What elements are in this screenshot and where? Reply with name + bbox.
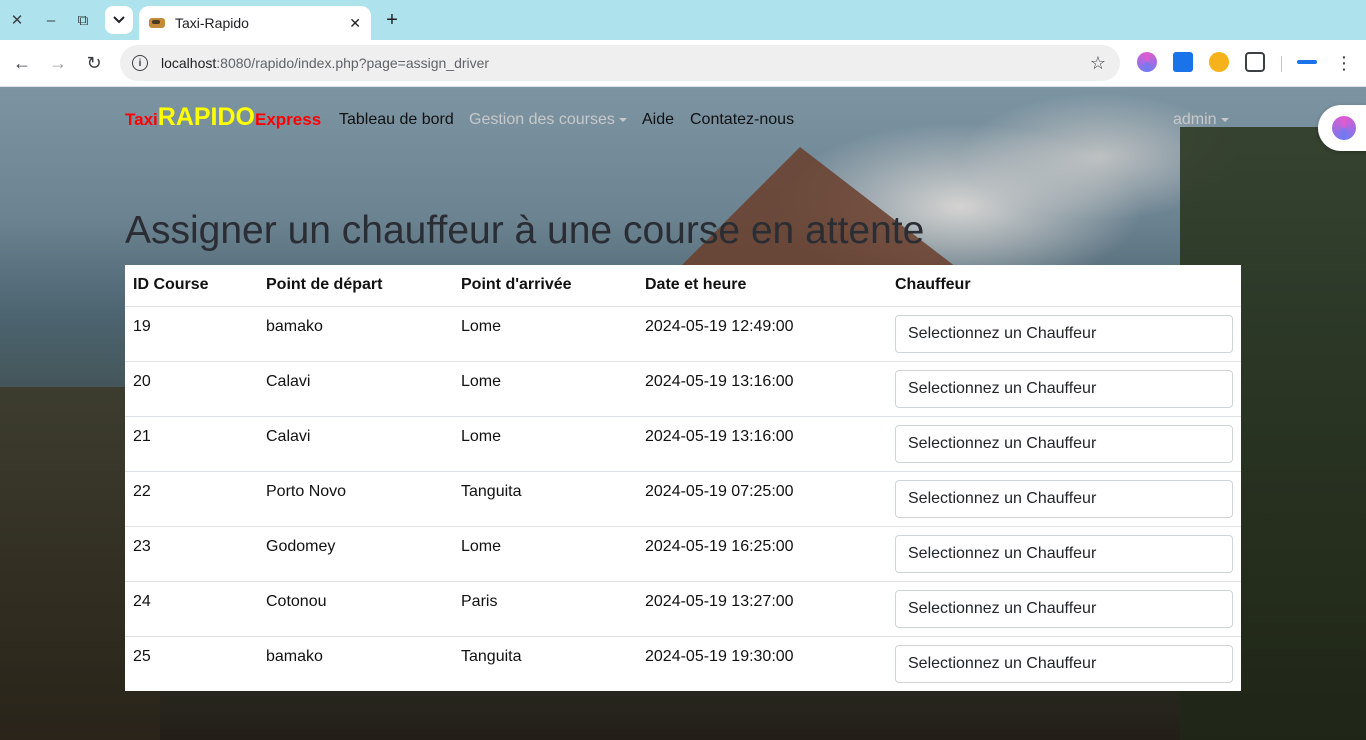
site-info-icon[interactable]: i — [132, 55, 148, 71]
column-header: Chauffeur — [887, 265, 1241, 307]
datetime: 2024-05-19 13:27:00 — [637, 581, 887, 637]
table-row: 22 Porto Novo Tanguita 2024-05-19 07:25:… — [125, 471, 1241, 527]
arrival: Lome — [453, 526, 637, 582]
nav-contact[interactable]: Contatez-nous — [690, 111, 794, 129]
nav-course-management[interactable]: Gestion des courses — [469, 111, 627, 129]
table-row: 20 Calavi Lome 2024-05-19 13:16:00 Selec… — [125, 361, 1241, 417]
brain-extension-icon[interactable] — [1137, 52, 1157, 72]
course-id: 19 — [125, 306, 258, 362]
page-title: Assigner un chauffeur à une course en at… — [125, 209, 925, 252]
back-icon[interactable]: ← — [10, 51, 34, 75]
nav-dashboard[interactable]: Tableau de bord — [339, 111, 454, 129]
dropdown-caret-icon — [618, 117, 627, 122]
bookmark-star-icon[interactable]: ☆ — [1090, 53, 1106, 74]
datetime: 2024-05-19 13:16:00 — [637, 416, 887, 472]
address-bar[interactable]: i localhost:8080/rapido/index.php?page=a… — [120, 45, 1120, 81]
departure: bamako — [266, 648, 323, 665]
nav-help[interactable]: Aide — [642, 111, 674, 129]
browser-tab[interactable]: Taxi-Rapido ✕ — [139, 6, 371, 40]
arrival: Tanguita — [453, 471, 637, 527]
departure: Porto Novo — [258, 471, 453, 527]
column-header: ID Course — [125, 265, 258, 307]
toolbar-divider — [1281, 56, 1282, 72]
sun-extension-icon[interactable] — [1209, 52, 1229, 72]
table-row: 23 Godomey Lome 2024-05-19 16:25:00 Sele… — [125, 526, 1241, 582]
driver-select[interactable]: Selectionnez un Chauffeur — [895, 535, 1233, 573]
datetime: 2024-05-19 19:30:00 — [645, 648, 794, 665]
driver-select[interactable]: Selectionnez un Chauffeur — [895, 590, 1233, 628]
arrival: Paris — [453, 581, 637, 637]
arrival: Lome — [453, 416, 637, 472]
departure: Godomey — [258, 526, 453, 582]
course-id: 24 — [125, 581, 258, 637]
extensions-puzzle-icon[interactable] — [1245, 52, 1265, 72]
dropdown-caret-icon — [1220, 117, 1229, 122]
user-menu[interactable]: admin — [1173, 111, 1229, 129]
course-id: 23 — [125, 526, 258, 582]
reload-icon[interactable]: ↻ — [82, 51, 106, 75]
table-row: 21 Calavi Lome 2024-05-19 13:16:00 Selec… — [125, 416, 1241, 472]
chevron-down-icon — [113, 16, 125, 24]
side-panel-toggle[interactable] — [1318, 105, 1366, 151]
arrival: Lome — [453, 306, 637, 362]
departure: Calavi — [258, 416, 453, 472]
driver-select[interactable]: Selectionnez un Chauffeur — [895, 425, 1233, 463]
tab-search-button[interactable] — [105, 6, 133, 34]
departure: Calavi — [258, 361, 453, 417]
pending-courses-table: ID Course Point de départ Point d'arrivé… — [125, 265, 1241, 691]
browser-tabbar: ✕ – ⧉ Taxi-Rapido ✕ + — [0, 0, 1366, 40]
download-extension-icon[interactable] — [1173, 52, 1193, 72]
browser-toolbar: ← → ↻ i localhost:8080/rapido/index.php?… — [0, 40, 1366, 87]
tab-title: Taxi-Rapido — [175, 15, 249, 31]
site-logo[interactable]: Taxi RAPIDO Express — [125, 103, 321, 132]
table-row: 25 bamako Tanguita 2024-05-19 19:30:00 S… — [125, 637, 1241, 692]
table-header-row: ID Course Point de départ Point d'arrivé… — [125, 265, 1241, 307]
driver-select[interactable]: Selectionnez un Chauffeur — [895, 480, 1233, 518]
departure: Cotonou — [258, 581, 453, 637]
driver-select[interactable]: Selectionnez un Chauffeur — [895, 370, 1233, 408]
arrival: Tanguita — [461, 648, 522, 665]
web-page: Taxi RAPIDO Express Tableau de bord Gest… — [0, 87, 1366, 740]
column-header: Point de départ — [258, 265, 453, 307]
brain-icon — [1332, 116, 1356, 140]
course-id: 22 — [125, 471, 258, 527]
profile-extension-icon[interactable] — [1297, 60, 1317, 64]
minimize-icon[interactable]: – — [39, 8, 63, 32]
table-row: 24 Cotonou Paris 2024-05-19 13:27:00 Sel… — [125, 581, 1241, 637]
close-window-icon[interactable]: ✕ — [5, 8, 29, 32]
datetime: 2024-05-19 13:16:00 — [637, 361, 887, 417]
course-id: 21 — [125, 416, 258, 472]
close-tab-icon[interactable]: ✕ — [349, 15, 361, 32]
forward-icon[interactable]: → — [46, 51, 70, 75]
driver-select[interactable]: Selectionnez un Chauffeur — [895, 315, 1233, 353]
new-tab-icon[interactable]: + — [380, 8, 404, 32]
datetime: 2024-05-19 12:49:00 — [637, 306, 887, 362]
restore-icon[interactable]: ⧉ — [71, 8, 95, 32]
taxi-favicon-icon — [149, 18, 165, 28]
more-menu-icon[interactable]: ⋮ — [1332, 51, 1356, 75]
arrival: Lome — [453, 361, 637, 417]
column-header: Date et heure — [637, 265, 887, 307]
course-id: 25 — [133, 648, 151, 665]
driver-select[interactable]: Selectionnez un Chauffeur — [895, 645, 1233, 683]
column-header: Point d'arrivée — [453, 265, 637, 307]
datetime: 2024-05-19 07:25:00 — [637, 471, 887, 527]
table-row: 19 bamako Lome 2024-05-19 12:49:00 Selec… — [125, 306, 1241, 362]
departure: bamako — [258, 306, 453, 362]
url-text[interactable]: localhost:8080/rapido/index.php?page=ass… — [161, 55, 489, 71]
course-id: 20 — [125, 361, 258, 417]
datetime: 2024-05-19 16:25:00 — [637, 526, 887, 582]
